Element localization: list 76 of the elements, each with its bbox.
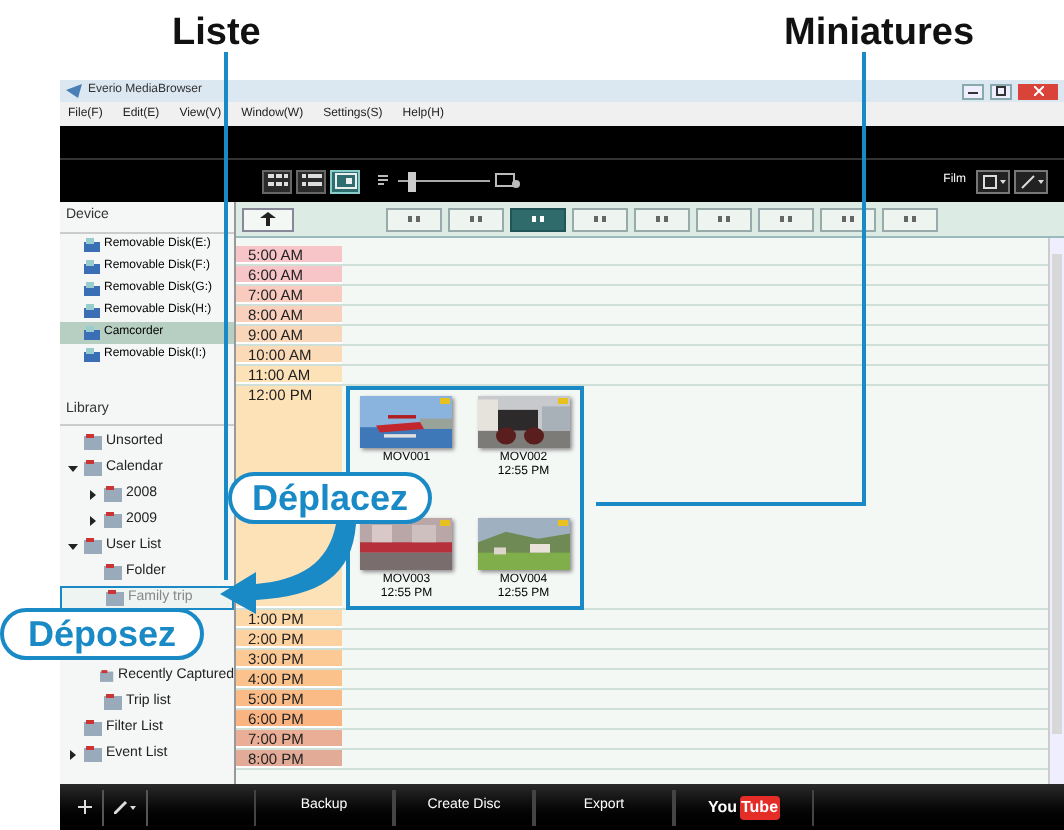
scrollbar[interactable] [1048, 238, 1064, 784]
scale-icon [594, 216, 606, 222]
zoom-slider[interactable] [398, 171, 490, 191]
up-arrow-icon [260, 212, 276, 226]
scale-icon [408, 216, 420, 222]
minimize-button[interactable] [962, 83, 984, 99]
folder-icon [104, 694, 122, 710]
badge-icon [557, 520, 568, 526]
drive-icon [84, 303, 100, 317]
collapse-arrow-icon[interactable] [68, 749, 80, 759]
drive-icon [84, 259, 100, 273]
expand-arrow-icon[interactable] [68, 541, 80, 551]
drive-icon [84, 325, 100, 339]
folder-icon [104, 486, 122, 502]
calendar-icon [333, 172, 357, 190]
drive-icon [84, 347, 100, 361]
scale-icon [780, 216, 792, 222]
maximize-icon [996, 86, 1006, 96]
folder-icon [84, 460, 102, 476]
close-button[interactable] [1018, 83, 1058, 99]
drag-tooltip: Déplacez [228, 472, 433, 524]
zoom-in-icon [494, 172, 522, 190]
scale-tab[interactable] [758, 207, 814, 231]
frame-icon [981, 173, 1005, 189]
calendar-view-button[interactable] [330, 169, 360, 193]
folder-icon [84, 720, 102, 736]
scale-icon [904, 216, 916, 222]
folder-icon [84, 746, 102, 762]
scale-tab[interactable] [448, 207, 504, 231]
plus-icon [78, 800, 92, 814]
scrollbar-thumb[interactable] [1052, 254, 1062, 734]
pen-icon [1019, 173, 1043, 189]
list-icon [299, 172, 323, 190]
callout-label: Liste [172, 10, 261, 58]
slider-thumb[interactable] [408, 171, 417, 191]
close-icon [1033, 86, 1043, 96]
scale-tab[interactable] [820, 207, 876, 231]
badge-icon [440, 398, 451, 404]
collapse-arrow-icon[interactable] [88, 515, 100, 525]
scale-icon [532, 216, 544, 222]
folder-icon [84, 434, 102, 450]
folder-icon [84, 538, 102, 554]
filter-dropdown[interactable] [976, 169, 1010, 193]
folder-icon [106, 590, 124, 606]
badge-icon [440, 520, 451, 526]
badge-icon [557, 398, 568, 404]
edit-dropdown[interactable] [1014, 169, 1048, 193]
scale-icon [842, 216, 854, 222]
drive-icon [84, 237, 100, 251]
collapse-arrow-icon[interactable] [88, 489, 100, 499]
expand-arrow-icon[interactable] [68, 463, 80, 473]
up-button[interactable] [242, 207, 294, 231]
drive-icon [84, 281, 100, 295]
scale-tab[interactable] [386, 207, 442, 231]
scale-tab[interactable] [882, 207, 938, 231]
scale-tab[interactable] [572, 207, 628, 231]
grid-icon [265, 172, 289, 190]
folder-icon [104, 512, 122, 528]
pen-icon [113, 800, 137, 814]
scale-tab[interactable] [634, 207, 690, 231]
minimize-icon [968, 89, 978, 93]
scale-icon [470, 216, 482, 222]
drop-tooltip: Déposez [0, 608, 205, 660]
zoom-out-icon [376, 173, 394, 189]
scale-tab[interactable] [510, 207, 566, 231]
folder-icon [104, 564, 122, 580]
list-view-button[interactable] [296, 169, 326, 193]
scale-tab[interactable] [696, 207, 752, 231]
youtube-button[interactable]: You Tube [674, 789, 814, 825]
callout-label: Miniatures [784, 10, 975, 58]
scale-icon [718, 216, 730, 222]
scale-icon [656, 216, 668, 222]
maximize-button[interactable] [990, 83, 1012, 99]
app-icon [66, 84, 82, 98]
folder-icon [100, 668, 115, 684]
grid-view-button[interactable] [262, 169, 292, 193]
